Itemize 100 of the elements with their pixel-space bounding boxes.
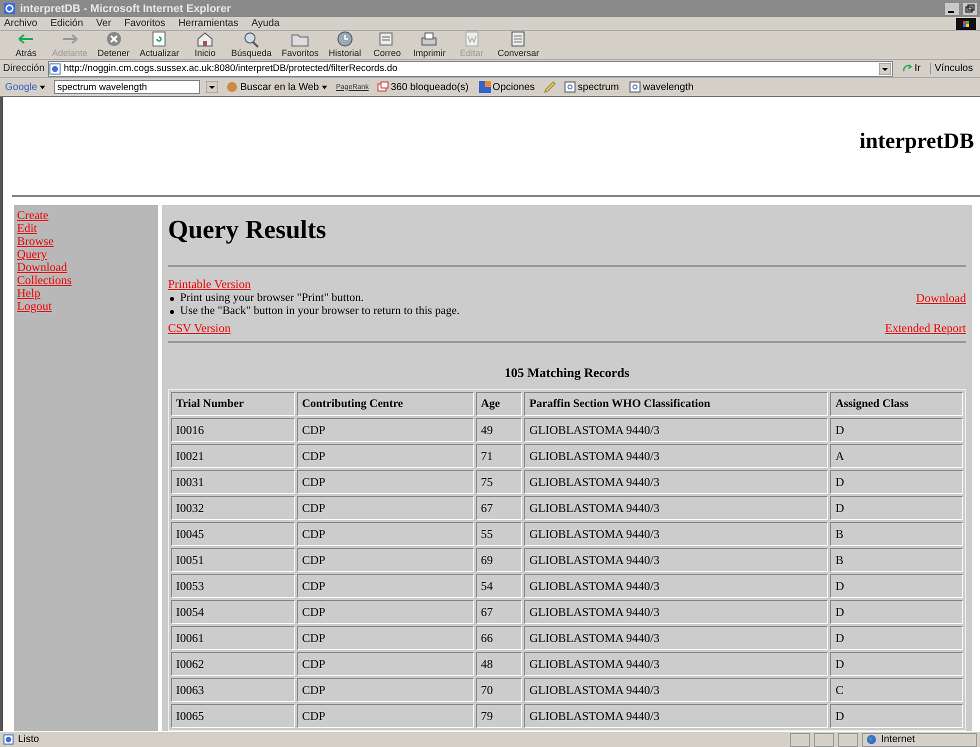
go-button[interactable]: Ir <box>896 63 927 74</box>
table-cell: I0065 <box>171 704 295 728</box>
table-cell: CDP <box>296 626 474 650</box>
instruction-text: Use the "Back" button in your browser to return to this page. <box>180 305 460 318</box>
search-field[interactable]: spectrum wavelength <box>54 80 200 94</box>
table-cell: CDP <box>296 418 474 442</box>
dropdown-icon[interactable] <box>206 81 218 93</box>
column-header: Contributing Centre <box>296 392 474 416</box>
search-term-icon <box>564 81 576 93</box>
table-cell: GLIOBLASTOMA 9440/3 <box>524 522 828 546</box>
table-cell: I0053 <box>171 574 295 598</box>
web-search-button[interactable]: Buscar en la Web <box>224 81 330 93</box>
google-menu-button[interactable]: Google <box>3 82 48 92</box>
mail-button[interactable]: Correo <box>367 30 408 59</box>
menu-item[interactable]: Edición <box>50 18 84 29</box>
bullet-icon <box>170 296 174 300</box>
caret-icon <box>321 84 328 90</box>
table-cell: 55 <box>476 522 522 546</box>
table-cell: 66 <box>476 626 522 650</box>
print-button[interactable]: Imprimir <box>409 30 450 59</box>
table-cell: CDP <box>296 574 474 598</box>
table-cell: D <box>830 470 963 494</box>
table-cell: GLIOBLASTOMA 9440/3 <box>524 574 828 598</box>
table-cell: CDP <box>296 600 474 624</box>
window-title: interpretDB - Microsoft Internet Explorer <box>20 2 231 14</box>
dropdown-icon[interactable] <box>878 62 891 74</box>
column-header: Trial Number <box>171 392 295 416</box>
zone-text: Internet <box>881 734 915 745</box>
home-icon <box>195 30 216 48</box>
clock-icon <box>334 30 355 48</box>
minimize-icon[interactable] <box>945 2 959 14</box>
table-cell: GLIOBLASTOMA 9440/3 <box>524 470 828 494</box>
windows-icon <box>376 81 389 93</box>
table-cell: 48 <box>476 652 522 676</box>
table-cell: GLIOBLASTOMA 9440/3 <box>524 548 828 572</box>
status-panel <box>814 732 834 746</box>
table-cell: I0061 <box>171 626 295 650</box>
stop-button[interactable]: Detener <box>94 30 134 59</box>
table-cell: 49 <box>476 418 522 442</box>
popup-blocker-button[interactable]: 360 bloqueado(s) <box>374 81 471 93</box>
table-cell: 71 <box>476 444 522 468</box>
table-cell: D <box>830 626 963 650</box>
table-cell: D <box>830 496 963 520</box>
table-cell: I0062 <box>171 652 295 676</box>
table-cell: I0021 <box>171 444 295 468</box>
table-cell: CDP <box>296 704 474 728</box>
table-cell: B <box>830 522 963 546</box>
status-panel <box>790 732 810 746</box>
table-cell: I0031 <box>171 470 295 494</box>
bullet-icon <box>170 310 174 314</box>
page-icon <box>3 734 14 745</box>
search-button[interactable]: Búsqueda <box>227 30 276 59</box>
site-title: interpretDB <box>860 128 974 154</box>
table-cell: CDP <box>296 678 474 702</box>
options-button[interactable]: Opciones <box>476 81 537 93</box>
status-text: Listo <box>18 734 40 745</box>
column-header: Assigned Class <box>830 392 963 416</box>
home-button[interactable]: Inicio <box>185 30 226 59</box>
go-arrow-icon <box>902 63 913 74</box>
menu-item[interactable]: Ver <box>96 18 112 29</box>
restore-icon[interactable] <box>963 2 977 14</box>
record-count: 105 Matching Records <box>504 365 630 381</box>
column-header: Paraffin Section WHO Classification <box>524 392 828 416</box>
table-cell: GLIOBLASTOMA 9440/3 <box>524 444 828 468</box>
address-field[interactable]: http://noggin.cm.cogs.sussex.ac.uk:8080/interpretDB/protected/filterRecords.do <box>48 60 893 76</box>
page-heading: Query Results <box>168 215 328 245</box>
table-cell: GLIOBLASTOMA 9440/3 <box>524 652 828 676</box>
table-cell: 69 <box>476 548 522 572</box>
table-cell: GLIOBLASTOMA 9440/3 <box>524 704 828 728</box>
table-cell: A <box>830 444 963 468</box>
menu-item[interactable]: Ayuda <box>251 18 280 29</box>
browser-icon <box>3 2 16 15</box>
search-term-button[interactable]: spectrum <box>562 81 621 93</box>
back-button[interactable]: Atrás <box>6 30 46 59</box>
page-icon <box>48 62 61 74</box>
table-cell: D <box>830 704 963 728</box>
table-cell: D <box>830 418 963 442</box>
table-cell: 54 <box>476 574 522 598</box>
table-cell: CDP <box>296 548 474 572</box>
table-cell: GLIOBLASTOMA 9440/3 <box>524 418 828 442</box>
column-header: Age <box>476 392 522 416</box>
table-cell: CDP <box>296 496 474 520</box>
table-cell: GLIOBLASTOMA 9440/3 <box>524 626 828 650</box>
folder-button[interactable]: Favoritos <box>278 30 323 59</box>
table-cell: CDP <box>296 444 474 468</box>
menu-item[interactable]: Archivo <box>4 18 38 29</box>
table-cell: 70 <box>476 678 522 702</box>
table-cell: 79 <box>476 704 522 728</box>
menu-item[interactable]: Favoritos <box>124 18 166 29</box>
table-cell: CDP <box>296 522 474 546</box>
discuss-button[interactable]: Conversar <box>494 30 544 59</box>
menu-item[interactable]: Herramientas <box>178 18 238 29</box>
table-cell: I0051 <box>171 548 295 572</box>
links-button[interactable]: Vínculos <box>930 63 977 74</box>
search-term-button[interactable]: wavelength <box>626 81 696 93</box>
refresh-button[interactable]: Actualizar <box>136 30 184 59</box>
history-button[interactable]: Historial <box>324 30 366 59</box>
instruction-text: Print using your browser "Print" button. <box>180 292 364 305</box>
table-cell: I0045 <box>171 522 295 546</box>
table-cell: I0032 <box>171 496 295 520</box>
